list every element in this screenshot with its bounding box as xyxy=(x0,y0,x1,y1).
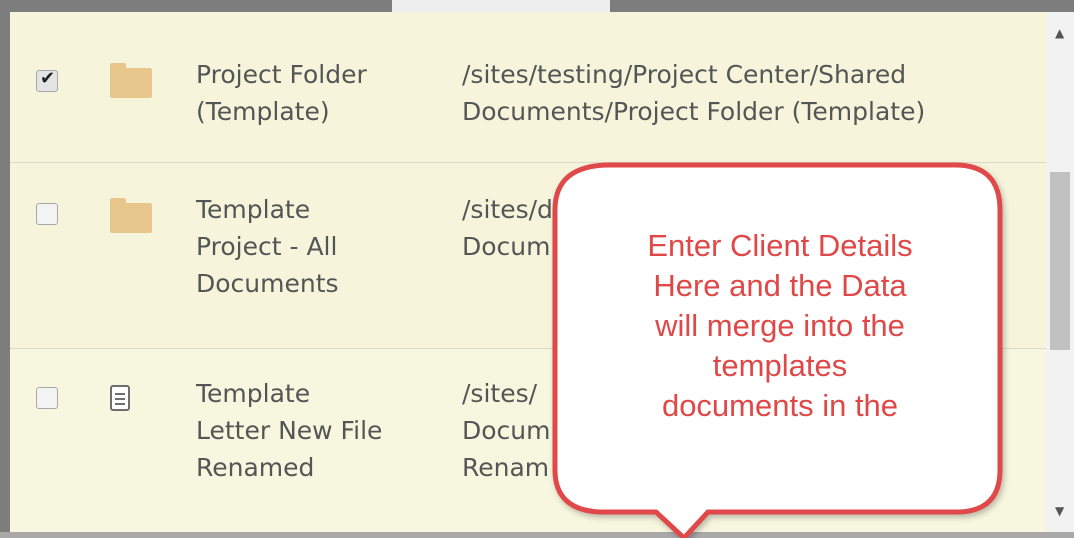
item-name[interactable]: Template Project - All Documents xyxy=(196,191,436,302)
item-path: /sites/testing/Project Center/Shared Doc… xyxy=(462,60,926,126)
scroll-up-arrow-icon[interactable]: ▲ xyxy=(1055,26,1064,40)
folder-icon xyxy=(110,198,152,233)
top-tab-highlight xyxy=(392,0,610,12)
list-item[interactable]: ✔ Project Folder (Template) /sites/testi… xyxy=(10,12,1046,163)
document-icon xyxy=(110,385,130,411)
row-checkbox[interactable]: ✔ xyxy=(36,68,58,92)
left-border xyxy=(0,0,10,538)
item-name[interactable]: Template Letter New File Renamed xyxy=(196,375,436,486)
checkmark-icon: ✔ xyxy=(40,68,56,89)
row-checkbox[interactable] xyxy=(36,203,58,225)
document-list-window: ✔ Project Folder (Template) /sites/testi… xyxy=(0,0,1074,538)
callout-text: Enter Client Details Here and the Data w… xyxy=(647,228,913,423)
scroll-thumb[interactable] xyxy=(1050,172,1070,350)
row-checkbox[interactable] xyxy=(36,387,58,409)
scroll-down-arrow-icon[interactable]: ▼ xyxy=(1055,504,1064,518)
bottom-border xyxy=(0,532,1074,538)
item-name[interactable]: Project Folder (Template) xyxy=(196,56,436,130)
folder-icon xyxy=(110,63,152,98)
vertical-scrollbar[interactable]: ▲ ▼ xyxy=(1046,12,1074,532)
